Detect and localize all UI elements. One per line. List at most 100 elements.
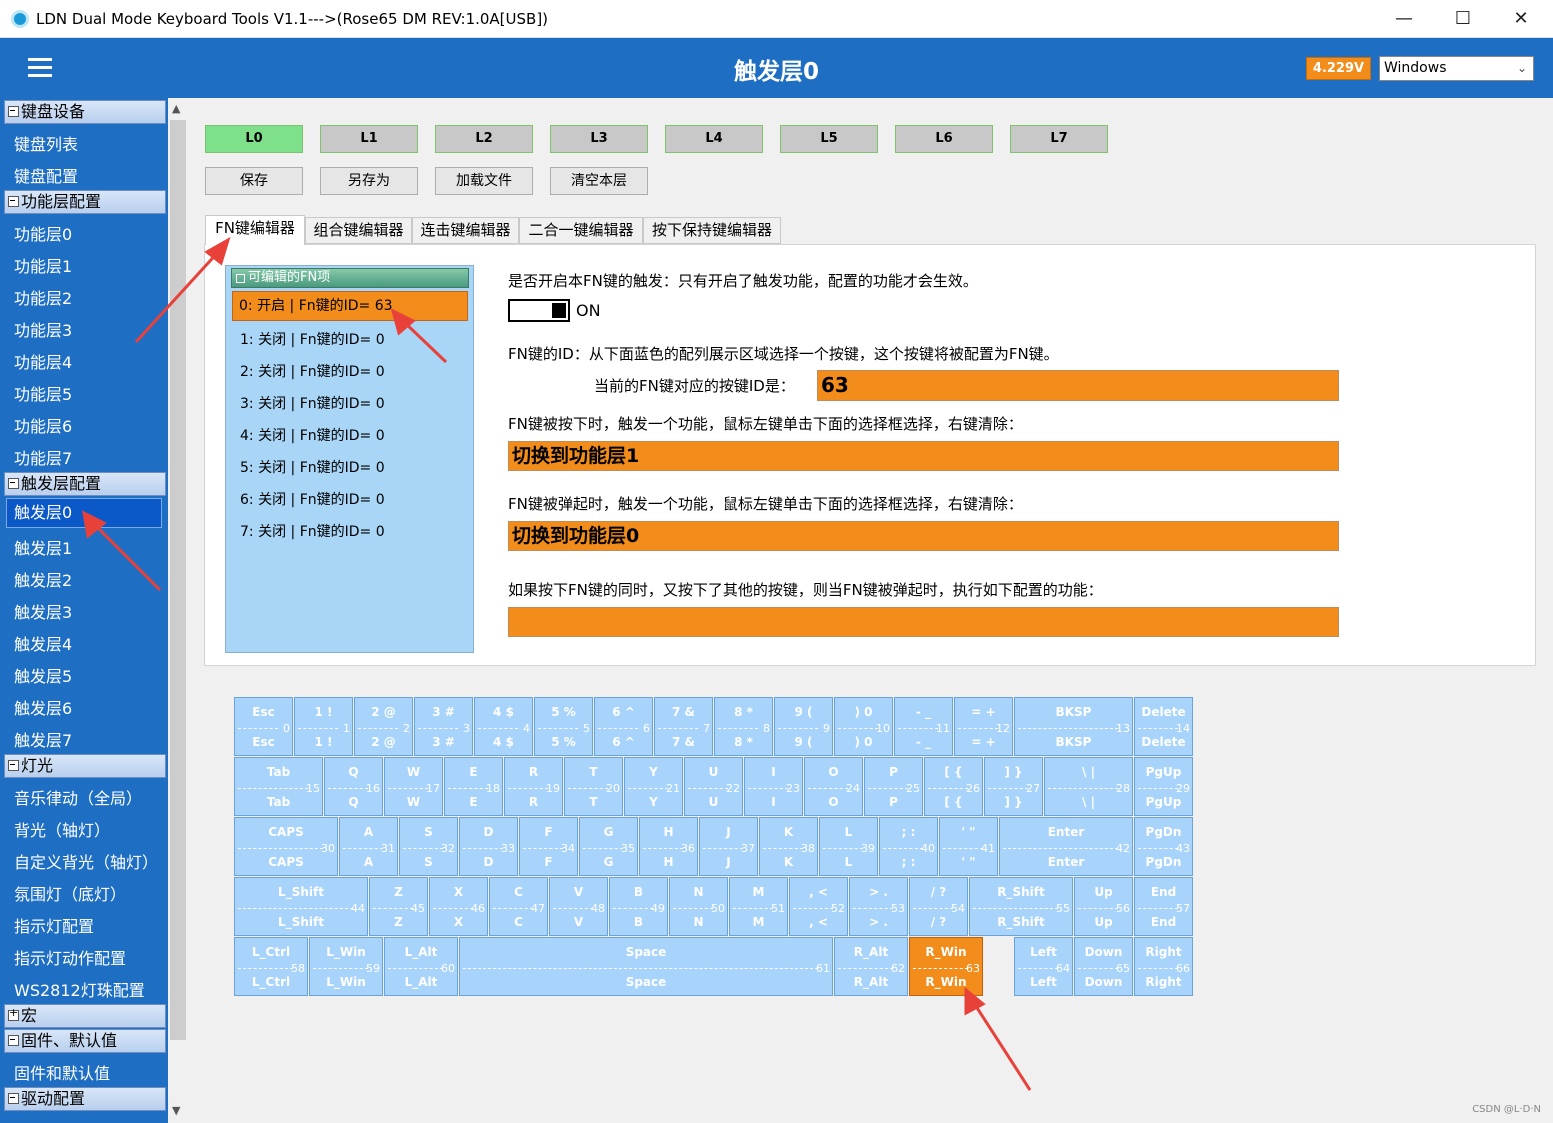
key-41[interactable]: ' " 41 ' " bbox=[939, 817, 998, 876]
key-40[interactable]: ; : 40 ; : bbox=[879, 817, 938, 876]
sidebar-group-lighting[interactable]: 灯光 bbox=[4, 754, 166, 778]
key-46[interactable]: X 46 X bbox=[429, 877, 488, 936]
sidebar-item-ambient-light[interactable]: 氛围灯（底灯） bbox=[14, 881, 126, 905]
key-64[interactable]: Left 64 Left bbox=[1014, 937, 1073, 996]
scroll-down-icon[interactable]: ▼ bbox=[172, 1104, 180, 1117]
key-51[interactable]: M 51 M bbox=[729, 877, 788, 936]
key-36[interactable]: H 36 H bbox=[639, 817, 698, 876]
sidebar-item-trigger-layer-6[interactable]: 触发层6 bbox=[14, 695, 72, 719]
sidebar-item-trigger-layer-2[interactable]: 触发层2 bbox=[14, 567, 72, 591]
fn-list-item-6[interactable]: 6: 关闭 | Fn键的ID= 0 bbox=[240, 489, 385, 509]
key-57[interactable]: End 57 End bbox=[1134, 877, 1193, 936]
key-59[interactable]: L_Win 59 L_Win bbox=[309, 937, 383, 996]
sidebar-group-macro[interactable]: 宏 bbox=[4, 1002, 166, 1028]
key-43[interactable]: PgDn 43 PgDn bbox=[1134, 817, 1193, 876]
scrollbar-thumb[interactable] bbox=[170, 120, 186, 1040]
sidebar-item-backlight[interactable]: 背光（轴灯） bbox=[14, 817, 110, 841]
sidebar-item-music-rhythm[interactable]: 音乐律动（全局） bbox=[14, 785, 142, 809]
sidebar-group-function-layers[interactable]: 功能层配置 bbox=[4, 190, 166, 214]
sidebar-item-trigger-layer-0[interactable]: 触发层0 bbox=[6, 498, 162, 528]
sidebar-item-trigger-layer-1[interactable]: 触发层1 bbox=[14, 535, 72, 559]
sidebar-item-trigger-layer-4[interactable]: 触发层4 bbox=[14, 631, 72, 655]
sidebar-item-trigger-layer-7[interactable]: 触发层7 bbox=[14, 727, 72, 751]
key-54[interactable]: / ? 54 / ? bbox=[909, 877, 968, 936]
key-4[interactable]: 4 $ 4 4 $ bbox=[474, 697, 533, 756]
sidebar-item-function-layer-7[interactable]: 功能层7 bbox=[14, 445, 72, 469]
key-48[interactable]: V 48 V bbox=[549, 877, 608, 936]
sidebar-item-indicator-action[interactable]: 指示灯动作配置 bbox=[14, 945, 126, 969]
layer-button-l5[interactable]: L5 bbox=[780, 125, 878, 153]
key-42[interactable]: Enter 42 Enter bbox=[999, 817, 1133, 876]
key-27[interactable]: ] } 27] } bbox=[984, 757, 1043, 816]
key-15[interactable]: Tab 15 Tab bbox=[234, 757, 323, 816]
fn-list-item-7[interactable]: 7: 关闭 | Fn键的ID= 0 bbox=[240, 521, 385, 541]
key-12[interactable]: = +12 = + bbox=[954, 697, 1013, 756]
key-56[interactable]: Up 56 Up bbox=[1074, 877, 1133, 936]
key-23[interactable]: I 23 I bbox=[744, 757, 803, 816]
enable-toggle[interactable] bbox=[508, 299, 570, 322]
layer-button-l6[interactable]: L6 bbox=[895, 125, 993, 153]
key-52[interactable]: , <52, < bbox=[789, 877, 848, 936]
key-2[interactable]: 2 @ 2 2 @ bbox=[354, 697, 413, 756]
key-3[interactable]: 3 # 3 3 # bbox=[414, 697, 473, 756]
sidebar-scrollbar[interactable]: ▲ ▼ bbox=[168, 98, 188, 1123]
key-17[interactable]: W 17 W bbox=[384, 757, 443, 816]
key-34[interactable]: F 34 F bbox=[519, 817, 578, 876]
key-9[interactable]: 9 (9 9 ( bbox=[774, 697, 833, 756]
key-21[interactable]: Y 21 Y bbox=[624, 757, 683, 816]
sidebar-item-function-layer-2[interactable]: 功能层2 bbox=[14, 285, 72, 309]
key-19[interactable]: R 19 R bbox=[504, 757, 563, 816]
sidebar-item-function-layer-4[interactable]: 功能层4 bbox=[14, 349, 72, 373]
key-58[interactable]: L_Ctrl 58 L_Ctrl bbox=[234, 937, 308, 996]
clear-layer-button[interactable]: 清空本层 bbox=[550, 167, 648, 195]
key-50[interactable]: N 50 N bbox=[669, 877, 728, 936]
save-button[interactable]: 保存 bbox=[205, 167, 303, 195]
key-63[interactable]: R_Win 63 R_Win bbox=[909, 937, 983, 996]
sidebar-item-function-layer-5[interactable]: 功能层5 bbox=[14, 381, 72, 405]
key-60[interactable]: L_Alt 60 L_Alt bbox=[384, 937, 458, 996]
load-file-button[interactable]: 加载文件 bbox=[435, 167, 533, 195]
key-35[interactable]: G 35 G bbox=[579, 817, 638, 876]
layer-button-l4[interactable]: L4 bbox=[665, 125, 763, 153]
key-33[interactable]: D 33 D bbox=[459, 817, 518, 876]
sidebar-item-ws2812[interactable]: WS2812灯珠配置 bbox=[14, 977, 145, 1001]
scroll-up-icon[interactable]: ▲ bbox=[172, 102, 180, 115]
key-24[interactable]: O 24 O bbox=[804, 757, 863, 816]
maximize-button[interactable]: ☐ bbox=[1440, 6, 1486, 32]
sidebar-group-firmware[interactable]: 固件、默认值 bbox=[4, 1029, 166, 1053]
key-10[interactable]: ) 0 10) 0 bbox=[834, 697, 893, 756]
key-20[interactable]: T 20 T bbox=[564, 757, 623, 816]
sidebar-item-function-layer-3[interactable]: 功能层3 bbox=[14, 317, 72, 341]
sidebar-item-function-layer-0[interactable]: 功能层0 bbox=[14, 221, 72, 245]
sidebar-item-keyboard-list[interactable]: 键盘列表 bbox=[14, 131, 78, 155]
key-28[interactable]: \ | 28 \ | bbox=[1044, 757, 1133, 816]
layer-button-l0[interactable]: L0 bbox=[205, 125, 303, 153]
key-5[interactable]: 5 % 5 5 % bbox=[534, 697, 593, 756]
key-25[interactable]: P 25 P bbox=[864, 757, 923, 816]
fn-list-item-5[interactable]: 5: 关闭 | Fn键的ID= 0 bbox=[240, 457, 385, 477]
sidebar-group-driver-config[interactable]: 驱动配置 bbox=[4, 1087, 166, 1111]
key-61[interactable]: Space 61 Space bbox=[459, 937, 833, 996]
tab-two-in-one-editor[interactable]: 二合一键编辑器 bbox=[519, 217, 643, 244]
key-39[interactable]: L 39 L bbox=[819, 817, 878, 876]
layer-button-l7[interactable]: L7 bbox=[1010, 125, 1108, 153]
key-7[interactable]: 7 & 7 7 & bbox=[654, 697, 713, 756]
sidebar-item-keyboard-config[interactable]: 键盘配置 bbox=[14, 163, 78, 187]
key-1[interactable]: 1 ! 1 1 ! bbox=[294, 697, 353, 756]
tab-fn-key-editor[interactable]: FN键编辑器 bbox=[205, 215, 305, 245]
sidebar-group-keyboard-device[interactable]: 键盘设备 bbox=[4, 100, 166, 124]
key-29[interactable]: PgUp 29 PgUp bbox=[1134, 757, 1193, 816]
sidebar-item-firmware-defaults[interactable]: 固件和默认值 bbox=[14, 1060, 110, 1084]
sidebar-item-function-layer-6[interactable]: 功能层6 bbox=[14, 413, 72, 437]
layer-button-l1[interactable]: L1 bbox=[320, 125, 418, 153]
sidebar-item-custom-backlight[interactable]: 自定义背光（轴灯） bbox=[14, 849, 158, 873]
fn-list-item-3[interactable]: 3: 关闭 | Fn键的ID= 0 bbox=[240, 393, 385, 413]
press-action-select[interactable]: 切换到功能层1 bbox=[508, 441, 1339, 471]
key-18[interactable]: E 18 E bbox=[444, 757, 503, 816]
minimize-button[interactable]: — bbox=[1381, 6, 1427, 32]
key-22[interactable]: U 22 U bbox=[684, 757, 743, 816]
sidebar-item-indicator-config[interactable]: 指示灯配置 bbox=[14, 913, 94, 937]
current-id-field[interactable]: 63 bbox=[817, 370, 1339, 401]
layer-button-l2[interactable]: L2 bbox=[435, 125, 533, 153]
key-13[interactable]: BKSP 13 BKSP bbox=[1014, 697, 1133, 756]
